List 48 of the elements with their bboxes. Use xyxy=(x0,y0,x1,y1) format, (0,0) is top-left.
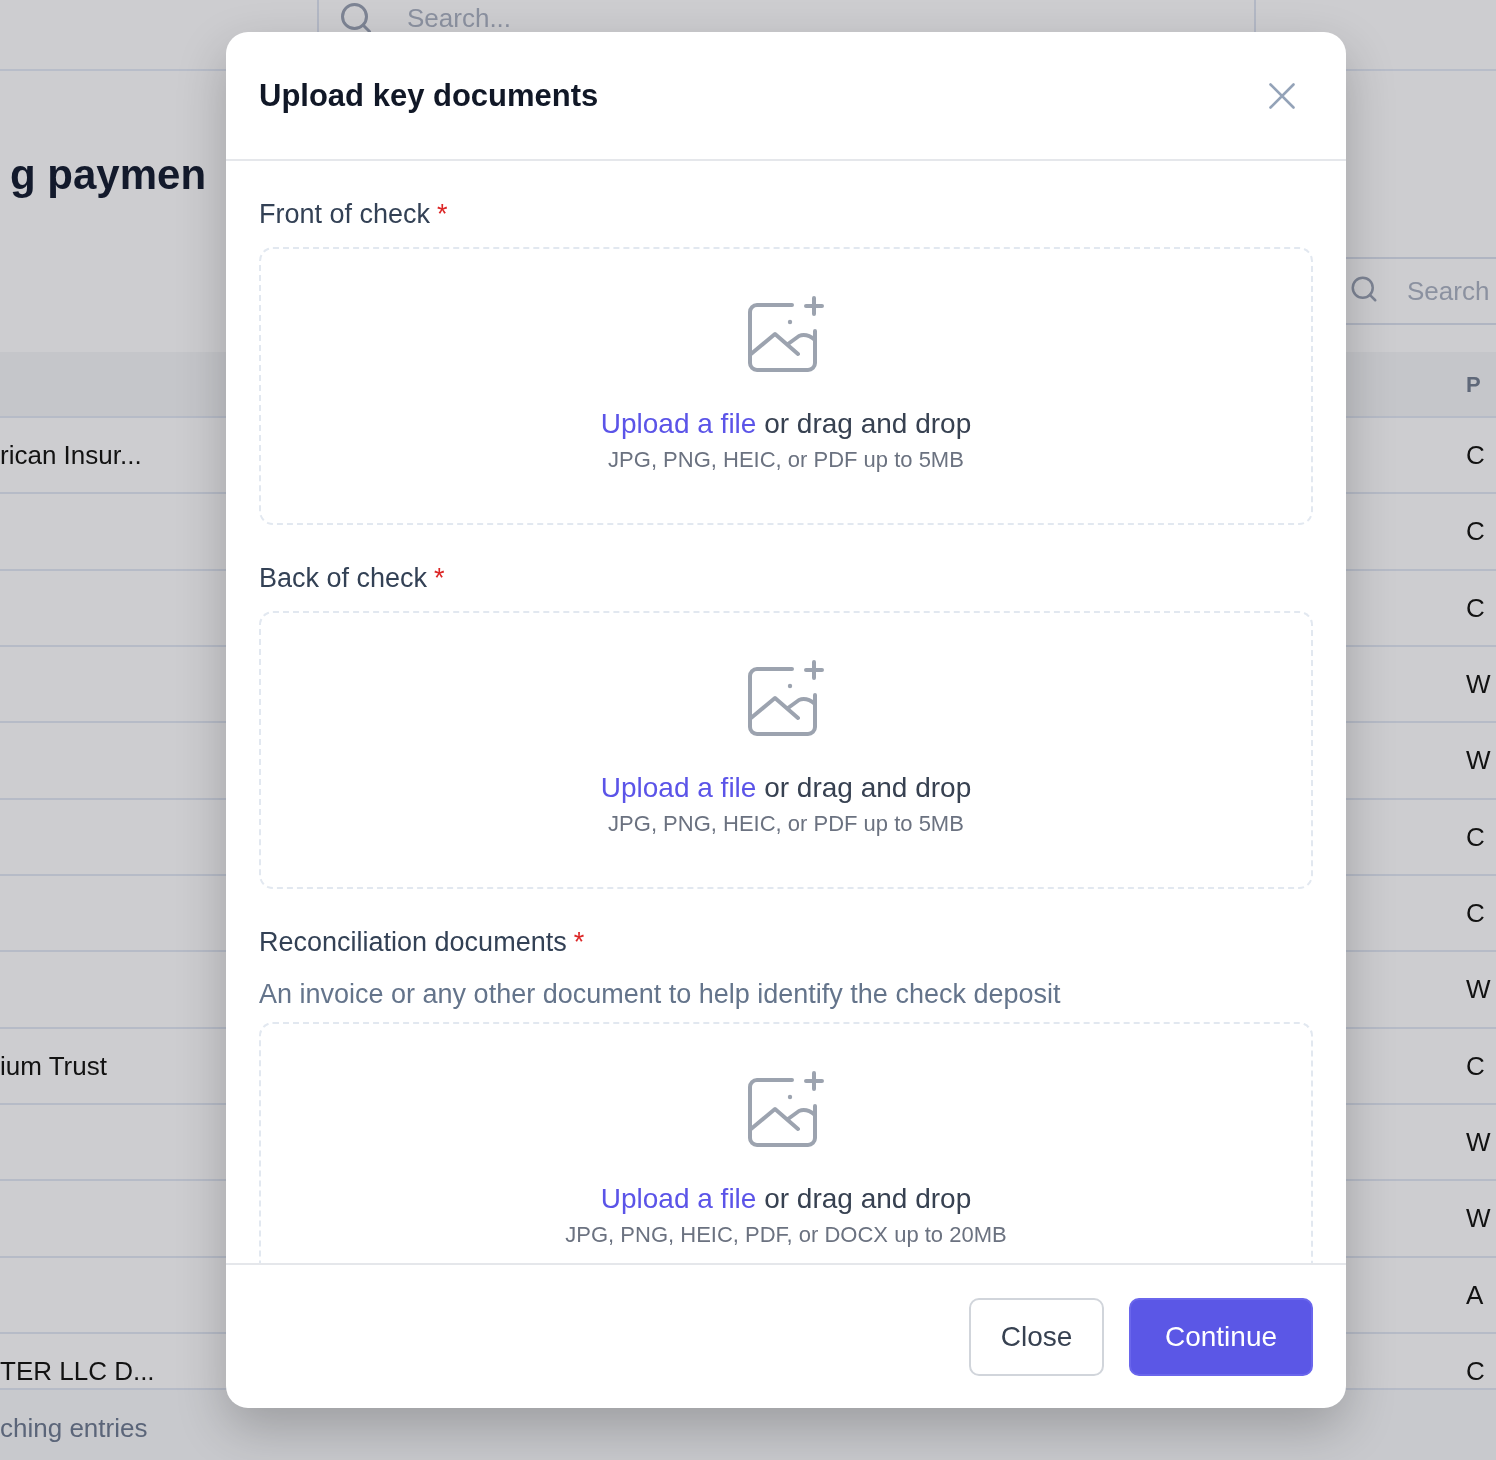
close-button[interactable]: Close xyxy=(969,1297,1104,1376)
file-type-hint: JPG, PNG, HEIC, or PDF up to 5MB xyxy=(608,446,964,474)
continue-button[interactable]: Continue xyxy=(1129,1297,1313,1376)
upload-link[interactable]: Upload a file xyxy=(600,408,757,439)
file-type-hint: JPG, PNG, HEIC, PDF, or DOCX up to 20MB xyxy=(565,1221,1007,1249)
table-cell: W xyxy=(1466,1127,1491,1158)
table-cell: rican Insur... xyxy=(0,440,142,471)
upload-instructions: Upload a file or drag and drop xyxy=(600,771,972,805)
upload-dropzone[interactable]: Upload a file or drag and drop JPG, PNG, HEIC, or PDF up to 5MB xyxy=(259,611,1313,889)
table-cell: C xyxy=(1466,1050,1485,1081)
upload-dropzone[interactable]: Upload a file or drag and drop JPG, PNG, HEIC, or PDF up to 5MB xyxy=(259,247,1313,525)
page-title: g paymen xyxy=(9,150,207,200)
required-mark: * xyxy=(437,198,448,231)
table-cell: C xyxy=(1466,592,1485,623)
table-cell: W xyxy=(1466,669,1491,700)
close-button[interactable] xyxy=(1269,82,1295,109)
column-header: P xyxy=(1466,371,1482,397)
table-cell: W xyxy=(1466,1203,1491,1234)
search-icon xyxy=(1349,274,1379,304)
field-label: Reconciliation documents xyxy=(259,926,567,959)
close-icon xyxy=(1269,82,1295,109)
table-cell: ium Trust xyxy=(0,1050,107,1081)
required-mark: * xyxy=(434,562,445,595)
field-label: Front of check xyxy=(259,198,431,231)
table-footer-text: ching entries xyxy=(0,1412,148,1443)
table-cell: C xyxy=(1466,1355,1485,1386)
upload-instructions: Upload a file or drag and drop xyxy=(600,407,972,441)
upload-dropzone[interactable]: Upload a file or drag and drop JPG, PNG, HEIC, PDF, or DOCX up to 20MB xyxy=(259,1022,1313,1263)
image-plus-icon xyxy=(748,296,824,372)
image-plus-icon xyxy=(748,1071,824,1147)
file-type-hint: JPG, PNG, HEIC, or PDF up to 5MB xyxy=(608,810,964,838)
table-cell: C xyxy=(1466,898,1485,929)
table-cell: W xyxy=(1466,974,1491,1005)
image-plus-icon xyxy=(748,660,824,736)
required-mark: * xyxy=(573,926,585,959)
table-cell: C xyxy=(1466,440,1485,471)
upload-instructions: Upload a file or drag and drop xyxy=(600,1182,972,1216)
table-cell: C xyxy=(1466,516,1485,547)
search-field[interactable]: Search xyxy=(1346,257,1496,325)
upload-link[interactable]: Upload a file xyxy=(600,1183,757,1214)
dialog-title: Upload key documents xyxy=(259,76,599,115)
table-cell: TER LLC D... xyxy=(0,1355,155,1386)
table-cell: C xyxy=(1466,821,1485,852)
upload-link[interactable]: Upload a file xyxy=(600,772,757,803)
table-cell: A xyxy=(1466,1279,1484,1310)
field-label: Back of check xyxy=(259,562,428,595)
field-description: An invoice or any other document to help identify the check deposit xyxy=(259,978,1062,1011)
table-cell: W xyxy=(1466,745,1491,776)
